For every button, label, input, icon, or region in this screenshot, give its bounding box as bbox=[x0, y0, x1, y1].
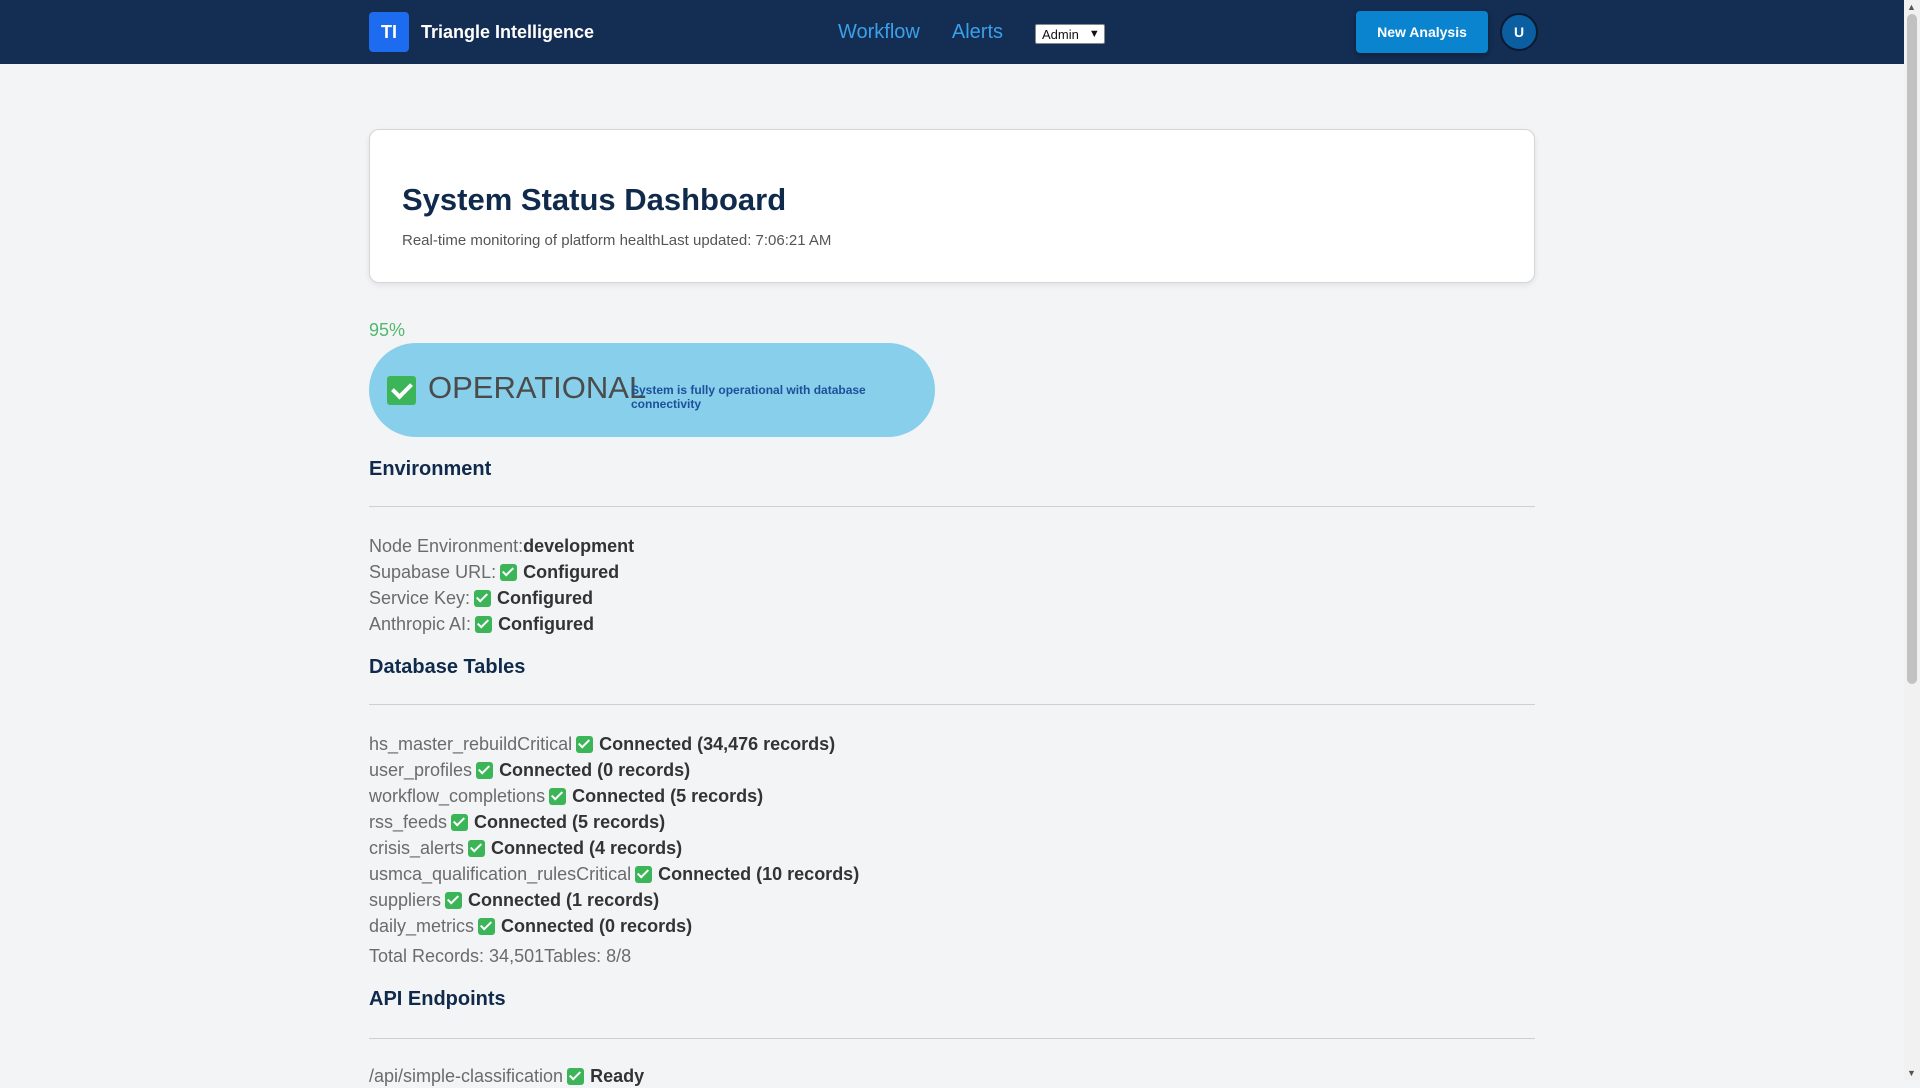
table-row: daily_metrics Connected (0 records) bbox=[369, 914, 692, 938]
table-status: Connected (4 records) bbox=[491, 838, 683, 858]
check-icon bbox=[635, 865, 653, 883]
env-value: Configured bbox=[497, 588, 594, 608]
environment-title: Environment bbox=[369, 458, 492, 480]
table-status: Connected (5 records) bbox=[572, 786, 764, 806]
table-name: workflow_completions bbox=[369, 786, 546, 806]
table-status: Connected (10 records) bbox=[658, 864, 860, 884]
env-value: Configured bbox=[498, 614, 595, 634]
check-icon bbox=[387, 376, 416, 405]
table-status: Connected (0 records) bbox=[499, 760, 691, 780]
table-row: crisis_alerts Connected (4 records) bbox=[369, 836, 682, 860]
table-name: crisis_alerts bbox=[369, 838, 465, 858]
api-title: API Endpoints bbox=[369, 988, 506, 1010]
table-tag: Critical bbox=[576, 864, 632, 884]
table-row: rss_feeds Connected (5 records) bbox=[369, 810, 665, 834]
table-name: rss_feeds bbox=[369, 812, 448, 832]
chevron-down-icon: ▼ bbox=[1088, 28, 1100, 40]
table-status: Connected (34,476 records) bbox=[599, 734, 836, 754]
new-analysis-button[interactable]: New Analysis bbox=[1356, 11, 1488, 53]
table-row: hs_master_rebuild Critical Connected (34,… bbox=[369, 732, 835, 756]
table-status: Connected (1 records) bbox=[468, 890, 660, 910]
page-title: System Status Dashboard bbox=[402, 182, 787, 217]
scroll-down-arrow-icon[interactable]: ▼ bbox=[1907, 1068, 1916, 1078]
divider bbox=[369, 1038, 1535, 1039]
check-icon bbox=[567, 1067, 585, 1085]
check-icon bbox=[576, 735, 594, 753]
env-key: Supabase URL: bbox=[369, 562, 497, 582]
brand-logo: TI bbox=[369, 12, 409, 52]
page-scrollbar[interactable]: ▲ ▼ bbox=[1904, 0, 1920, 1080]
table-row: user_profiles Connected (0 records) bbox=[369, 758, 690, 782]
subtitle-text: Real-time monitoring of platform health bbox=[402, 232, 661, 249]
header-card: System Status Dashboard Real-time monito… bbox=[369, 129, 1535, 283]
env-key: Service Key: bbox=[369, 588, 471, 608]
admin-dropdown[interactable]: Admin ▼ bbox=[1035, 24, 1105, 44]
check-icon bbox=[476, 761, 494, 779]
last-updated: Last updated: 7:06:21 AM bbox=[660, 232, 832, 249]
tables-count: Tables: 8/8 bbox=[544, 946, 632, 966]
env-value: development bbox=[523, 536, 635, 556]
check-icon bbox=[451, 813, 469, 831]
api-row: /api/simple-classification Ready bbox=[369, 1064, 644, 1088]
check-icon bbox=[475, 615, 493, 633]
brand[interactable]: TI Triangle Intelligence bbox=[369, 12, 594, 52]
total-records: Total Records: 34,501 bbox=[369, 946, 545, 966]
health-percent: 95% bbox=[369, 320, 406, 340]
env-row: Node Environment: development bbox=[369, 534, 634, 558]
env-row: Service Key: Configured bbox=[369, 586, 593, 610]
env-row: Supabase URL: Configured bbox=[369, 560, 619, 584]
admin-dropdown-label: Admin bbox=[1042, 26, 1079, 42]
database-title: Database Tables bbox=[369, 656, 526, 678]
table-row: usmca_qualification_rules Critical Connec… bbox=[369, 862, 859, 886]
check-icon bbox=[445, 891, 463, 909]
nav-link-workflow[interactable]: Workflow bbox=[838, 20, 920, 44]
page-subtitle: Real-time monitoring of platform healthL… bbox=[402, 232, 831, 249]
table-status: Connected (5 records) bbox=[474, 812, 666, 832]
table-tag: Critical bbox=[517, 734, 573, 754]
user-avatar[interactable]: U bbox=[1500, 13, 1538, 51]
divider bbox=[369, 506, 1535, 507]
brand-name: Triangle Intelligence bbox=[421, 21, 595, 42]
env-key: Anthropic AI: bbox=[369, 614, 472, 634]
check-icon bbox=[549, 787, 567, 805]
table-name: usmca_qualification_rules bbox=[369, 864, 577, 884]
scroll-up-arrow-icon[interactable]: ▲ bbox=[1907, 2, 1916, 12]
env-row: Anthropic AI: Configured bbox=[369, 612, 594, 636]
api-path: /api/simple-classification bbox=[369, 1066, 564, 1086]
table-name: suppliers bbox=[369, 890, 442, 910]
table-row: suppliers Connected (1 records) bbox=[369, 888, 659, 912]
status-pill: OPERATIONAL System is fully operational … bbox=[369, 343, 935, 437]
api-status: Ready bbox=[590, 1066, 645, 1086]
table-name: daily_metrics bbox=[369, 916, 475, 936]
scrollbar-thumb[interactable] bbox=[1907, 14, 1917, 684]
check-icon bbox=[468, 839, 486, 857]
nav-links: Workflow Alerts Admin ▼ bbox=[838, 20, 1105, 44]
top-navbar: TI Triangle Intelligence Workflow Alerts… bbox=[0, 0, 1904, 64]
nav-link-alerts[interactable]: Alerts bbox=[952, 20, 1003, 44]
table-row: workflow_completions Connected (5 record… bbox=[369, 784, 763, 808]
check-icon bbox=[474, 589, 492, 607]
divider bbox=[369, 704, 1535, 705]
table-name: hs_master_rebuild bbox=[369, 734, 518, 754]
database-summary: Total Records: 34,501 Tables: 8/8 bbox=[369, 944, 631, 968]
env-key: Node Environment: bbox=[369, 536, 524, 556]
check-icon bbox=[478, 917, 496, 935]
table-status: Connected (0 records) bbox=[501, 916, 693, 936]
status-message: System is fully operational with databas… bbox=[631, 383, 866, 411]
env-value: Configured bbox=[523, 562, 620, 582]
status-label: OPERATIONAL bbox=[428, 370, 647, 405]
table-name: user_profiles bbox=[369, 760, 473, 780]
check-icon bbox=[500, 563, 518, 581]
